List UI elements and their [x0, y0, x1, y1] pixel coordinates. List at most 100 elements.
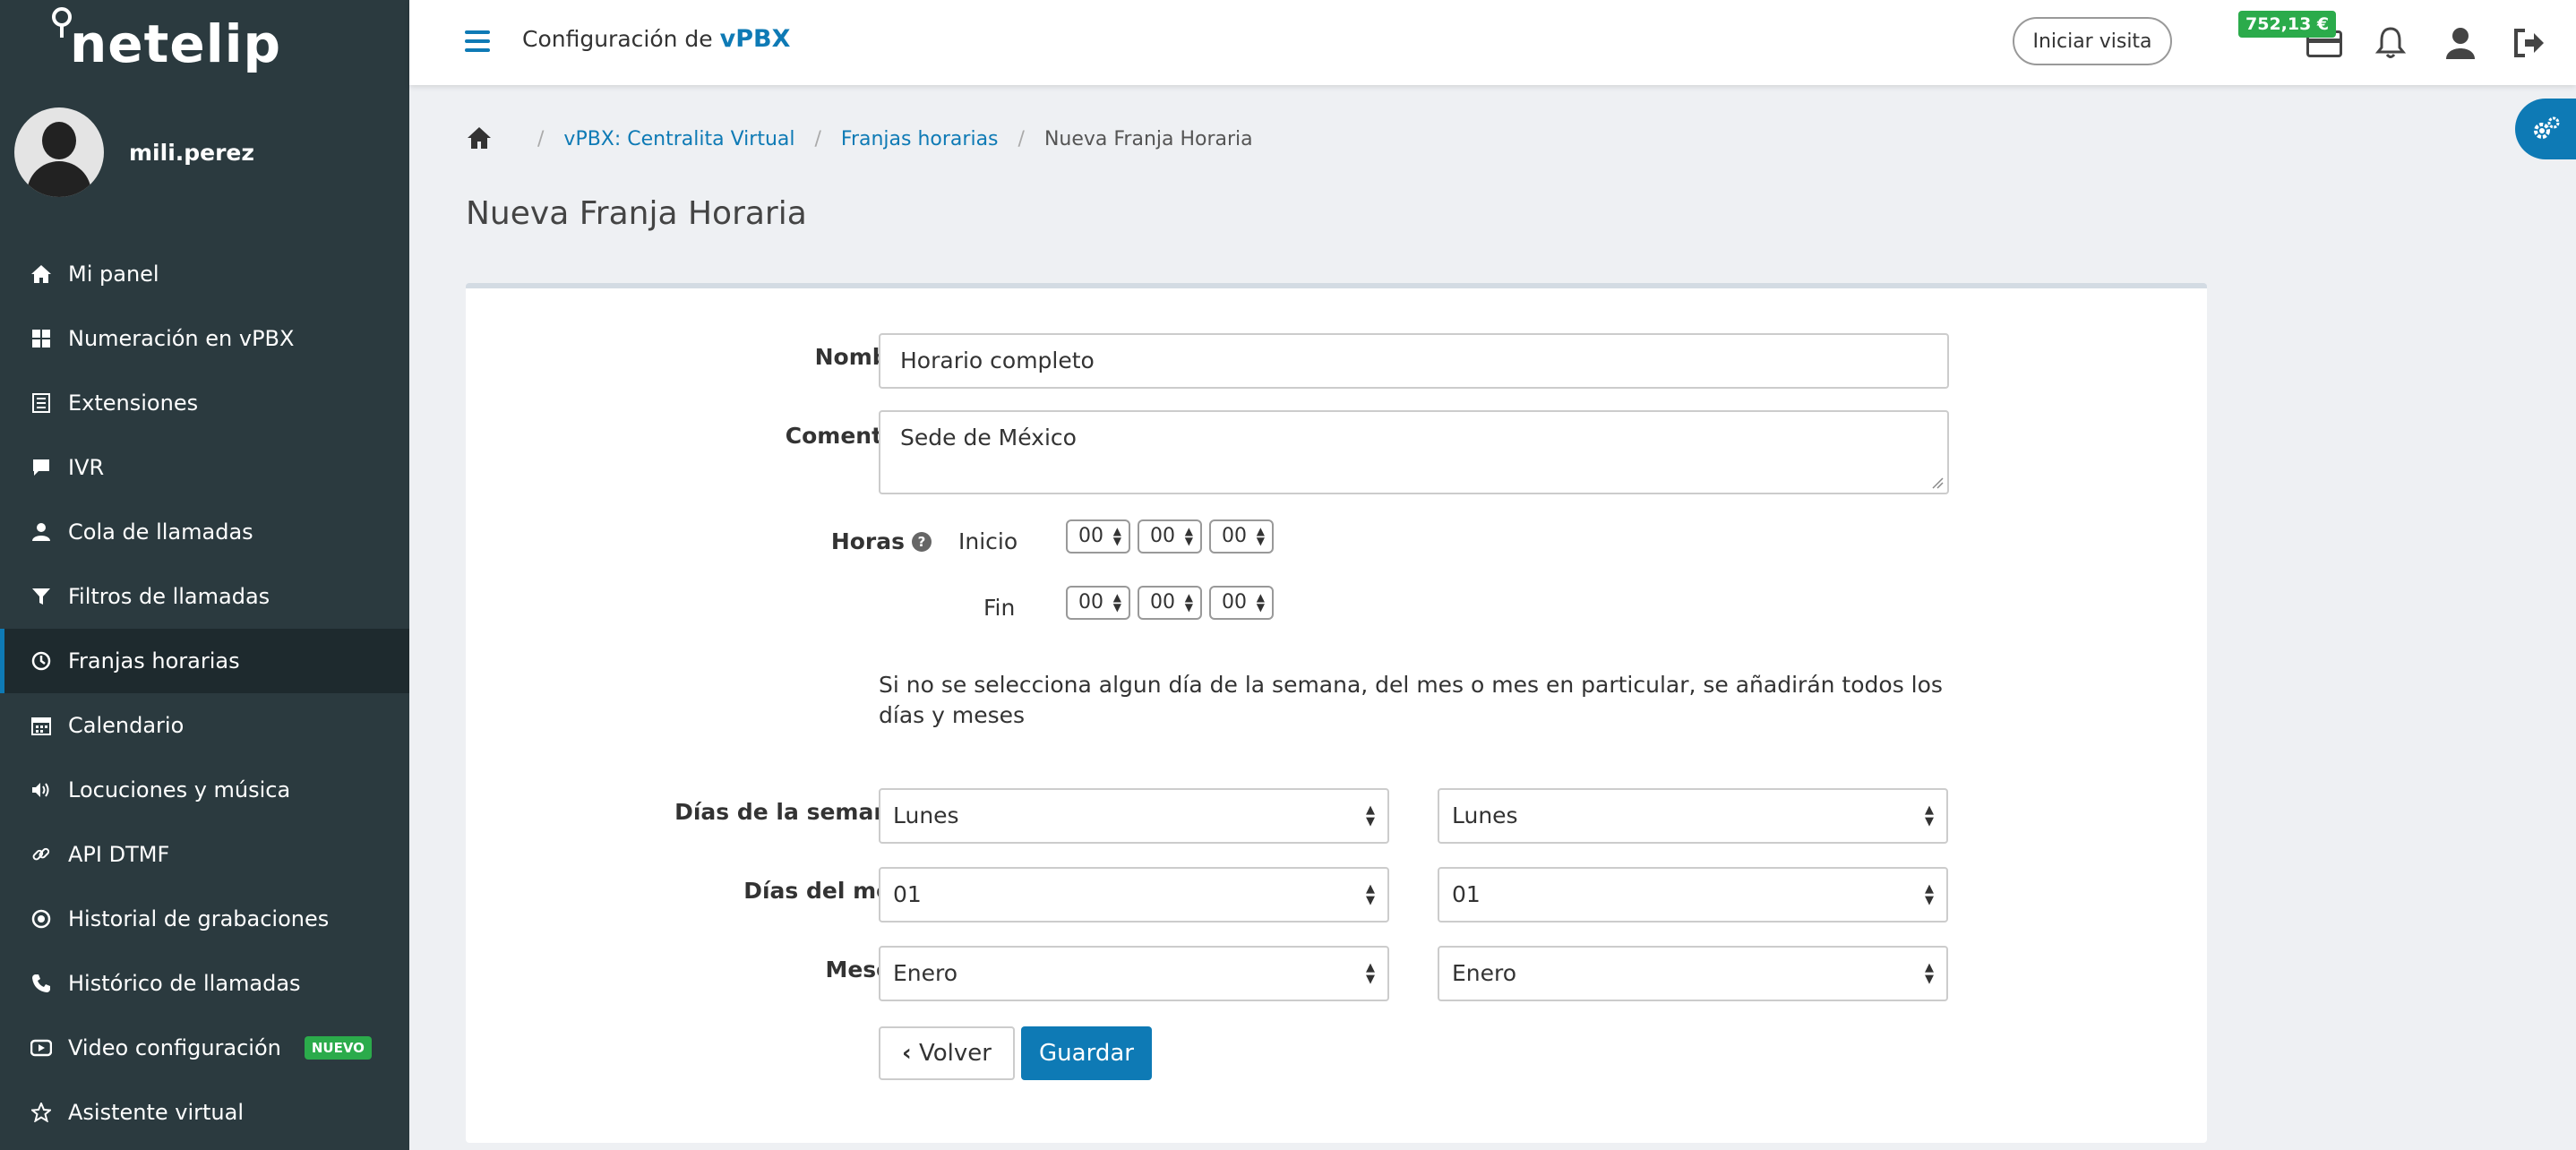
logo-text: netelip [70, 13, 281, 74]
dias-mes-to-select[interactable]: 01 ▲ ▼ [1438, 867, 1948, 923]
fin-hours-select[interactable]: 00 ▲ ▼ [1066, 586, 1130, 620]
sidebar-item-label: Mi panel [68, 262, 159, 287]
horas-label: Horas? [466, 528, 932, 554]
comentario-textarea[interactable]: Sede de México [879, 410, 1949, 494]
phone-icon [29, 971, 54, 996]
spinner-arrows-icon: ▲ ▼ [1112, 591, 1121, 614]
link-icon [29, 842, 54, 867]
nombre-label: Nombre* [466, 344, 932, 370]
sidebar-item-mi-panel[interactable]: Mi panel [0, 242, 409, 306]
meses-from-select[interactable]: Enero ▲ ▼ [879, 946, 1389, 1001]
breadcrumb-separator: / [537, 127, 545, 150]
nombre-input[interactable]: Horario completo [879, 333, 1949, 389]
fin-hours-value: 00 [1078, 591, 1103, 614]
calendar-icon [29, 713, 54, 738]
sidebar-item-extensiones[interactable]: Extensiones [0, 371, 409, 435]
inicio-hours-select[interactable]: 00 ▲ ▼ [1066, 519, 1130, 554]
breadcrumb-separator: / [814, 127, 821, 150]
comentario-value: Sede de México [900, 425, 1077, 451]
select-arrows-icon: ▲ ▼ [1925, 882, 1934, 907]
back-button-label: Volver [919, 1040, 992, 1067]
header-title-strong: vPBX [719, 25, 791, 53]
breadcrumb-link-vpbx[interactable]: vPBX: Centralita Virtual [563, 128, 794, 150]
comentario-label: Comentario [785, 423, 932, 449]
spinner-arrows-icon: ▲ ▼ [1184, 591, 1193, 614]
sidebar-item-label: Histórico de llamadas [68, 971, 301, 996]
sidebar-item-cola-llamadas[interactable]: Cola de llamadas [0, 500, 409, 564]
inicio-hours-value: 00 [1078, 525, 1103, 547]
sidebar-item-api-dtmf[interactable]: API DTMF [0, 822, 409, 887]
netelip-logo[interactable]: netelip [48, 2, 280, 74]
settings-gear-icon[interactable] [2515, 99, 2576, 159]
sidebar-item-asistente[interactable]: Asistente virtual [0, 1080, 409, 1145]
page-title: Nueva Franja Horaria [466, 195, 807, 232]
select-arrows-icon: ▲ ▼ [1366, 961, 1375, 986]
spinner-arrows-icon: ▲ ▼ [1184, 525, 1193, 547]
sidebar-item-historico[interactable]: Histórico de llamadas [0, 951, 409, 1016]
resize-handle-icon[interactable] [1931, 476, 1944, 489]
fin-minutes-select[interactable]: 00 ▲ ▼ [1138, 586, 1202, 620]
sidebar-item-grabaciones[interactable]: Historial de grabaciones [0, 887, 409, 951]
sidebar-item-label: Calendario [68, 713, 185, 738]
sidebar-item-locuciones[interactable]: Locuciones y música [0, 758, 409, 822]
inicio-seconds-select[interactable]: 00 ▲ ▼ [1209, 519, 1274, 554]
star-icon [29, 1100, 54, 1125]
spinner-arrows-icon: ▲ ▼ [1256, 591, 1265, 614]
logo-pin-icon [52, 7, 72, 38]
dias-mes-to-value: 01 [1452, 881, 1481, 907]
balance-badge: 752,13 € [2238, 11, 2337, 38]
meses-to-select[interactable]: Enero ▲ ▼ [1438, 946, 1948, 1001]
meses-to-value: Enero [1452, 960, 1517, 986]
sidebar-item-ivr[interactable]: IVR [0, 435, 409, 500]
hamburger-menu-icon[interactable] [465, 30, 490, 52]
back-button[interactable]: ‹ Volver [879, 1026, 1015, 1080]
meses-label: Meses? [466, 957, 932, 983]
logout-icon[interactable] [2511, 25, 2546, 61]
fin-minutes-value: 00 [1150, 591, 1175, 614]
sidebar-item-label: Asistente virtual [68, 1100, 245, 1125]
inicio-minutes-select[interactable]: 00 ▲ ▼ [1138, 519, 1202, 554]
spinner-arrows-icon: ▲ ▼ [1112, 525, 1121, 547]
sidebar-item-calendario[interactable]: Calendario [0, 693, 409, 758]
clock-icon [29, 648, 54, 674]
dias-semana-from-select[interactable]: Lunes ▲ ▼ [879, 788, 1389, 844]
header-title: Configuración de vPBX [522, 25, 790, 53]
avatar [14, 107, 104, 197]
start-tour-button[interactable]: Iniciar visita [2013, 17, 2172, 65]
dias-semana-to-select[interactable]: Lunes ▲ ▼ [1438, 788, 1948, 844]
breadcrumb: / vPBX: Centralita Virtual / Franjas hor… [466, 125, 1253, 152]
new-badge: NUEVO [304, 1036, 372, 1060]
dias-mes-from-select[interactable]: 01 ▲ ▼ [879, 867, 1389, 923]
save-button[interactable]: Guardar [1021, 1026, 1152, 1080]
sidebar-item-numeracion[interactable]: Numeración en vPBX [0, 306, 409, 371]
user-account-icon[interactable] [2443, 25, 2478, 61]
user-icon [29, 519, 54, 545]
sidebar-item-label: Video configuración [68, 1035, 281, 1060]
sidebar-item-label: API DTMF [68, 842, 170, 867]
help-icon[interactable]: ? [912, 532, 932, 552]
select-arrows-icon: ▲ ▼ [1366, 803, 1375, 828]
breadcrumb-separator: / [1018, 127, 1025, 150]
dias-semana-from-value: Lunes [893, 802, 959, 828]
breadcrumb-link-franjas[interactable]: Franjas horarias [841, 128, 999, 150]
user-profile[interactable]: mili.perez [14, 107, 254, 197]
sidebar-item-filtros[interactable]: Filtros de llamadas [0, 564, 409, 629]
inicio-label: Inicio [958, 528, 1018, 554]
home-icon[interactable] [466, 125, 493, 152]
username: mili.perez [129, 139, 254, 166]
sidebar-item-franjas-horarias[interactable]: Franjas horarias [0, 629, 409, 693]
dias-semana-label-text: Días de la semana [674, 799, 905, 825]
fin-label: Fin [983, 595, 1016, 621]
bell-icon[interactable] [2373, 25, 2409, 61]
video-icon [29, 1035, 54, 1060]
dias-semana-label: Días de la semana? [466, 799, 932, 825]
sidebar-item-label: Historial de grabaciones [68, 906, 330, 931]
volume-icon [29, 777, 54, 802]
selection-note: Si no se selecciona algun día de la sema… [879, 672, 1943, 728]
sidebar-item-label: Extensiones [68, 390, 199, 416]
grid-icon [29, 326, 54, 351]
sidebar-item-video[interactable]: Video configuración NUEVO [0, 1016, 409, 1080]
dias-mes-from-value: 01 [893, 881, 922, 907]
home-icon [29, 262, 54, 287]
fin-seconds-select[interactable]: 00 ▲ ▼ [1209, 586, 1274, 620]
